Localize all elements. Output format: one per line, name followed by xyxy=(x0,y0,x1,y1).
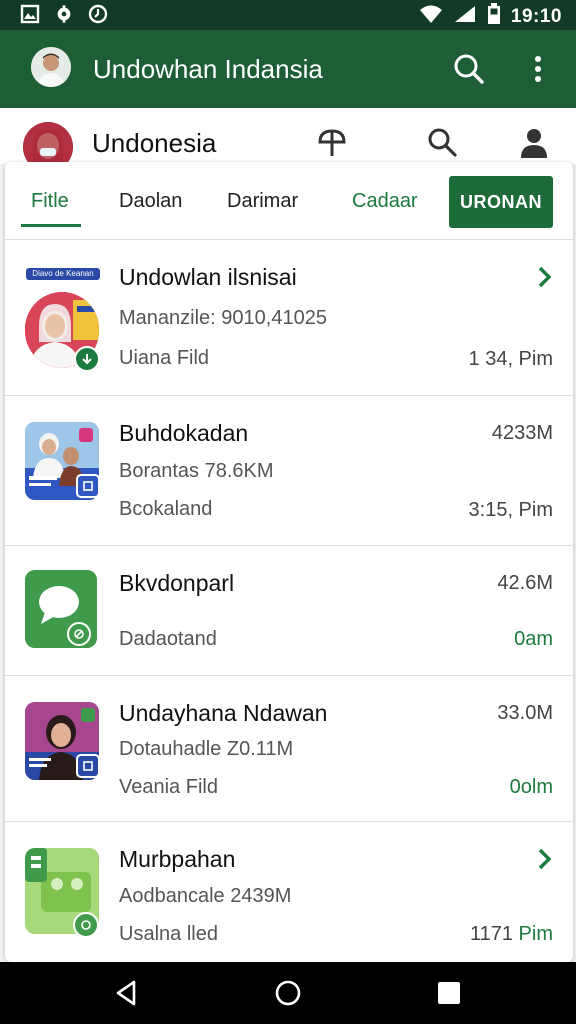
row-caption: Uiana Fild xyxy=(119,347,210,369)
row-subtitle: Borantas 78.6KM xyxy=(119,460,274,482)
row-time: 0olm xyxy=(509,776,553,798)
row-title: Undowlan ilsnisai xyxy=(119,264,297,290)
row-time: 3:15, Pim xyxy=(468,499,553,521)
row-time: 1171 Pim xyxy=(470,923,553,946)
tab-bar: Fitle Daolan Darimar Cadaar URONAN xyxy=(5,162,573,240)
list-item[interactable]: Diavo de Keanan Undowlan ilsnisai Mananz… xyxy=(5,240,573,396)
battery-icon xyxy=(487,3,501,31)
row-subtitle: Mananzile: 9010,41025 xyxy=(119,307,327,329)
recents-icon[interactable] xyxy=(434,978,464,1008)
list-item[interactable]: Buhdokadan Borantas 78.6KM Bcokaland 423… xyxy=(5,396,573,546)
signal-icon xyxy=(453,4,477,30)
more-vert-icon[interactable] xyxy=(526,52,550,86)
row-caption: Veania Fild xyxy=(119,776,218,798)
row-title: Undayhana Ndawan xyxy=(119,700,328,726)
app-bar: Undowhan Indansia xyxy=(0,30,576,108)
chevron-right-icon[interactable] xyxy=(535,848,555,870)
tab-fitle[interactable]: Fitle xyxy=(31,190,69,213)
content-card: Fitle Daolan Darimar Cadaar URONAN Diavo… xyxy=(5,162,573,962)
share-icon xyxy=(76,474,100,498)
share-icon xyxy=(76,754,100,778)
row-time: 0am xyxy=(514,628,553,650)
row-subtitle: Aodbancale 2439M xyxy=(119,885,292,907)
chevron-right-icon[interactable] xyxy=(535,266,555,288)
sync-icon xyxy=(67,622,91,646)
row-title: Murbpahan xyxy=(119,846,236,872)
search-icon[interactable] xyxy=(426,126,458,158)
alarm-icon xyxy=(88,4,108,24)
wifi-icon xyxy=(419,4,443,30)
thumb-tag: Diavo de Keanan xyxy=(26,268,100,280)
row-size: 33.0M xyxy=(497,702,553,724)
list-item[interactable]: Bkvdonparl Dadaotand 42.6M 0am xyxy=(5,546,573,676)
tab-cadaar[interactable]: Cadaar xyxy=(352,190,418,213)
row-time: 1 34, Pim xyxy=(468,348,553,370)
tab-daolan[interactable]: Daolan xyxy=(119,190,182,213)
sub-header: Undonesia xyxy=(0,108,576,172)
row-caption: Usalna lled xyxy=(119,923,218,945)
row-size: 42.6M xyxy=(497,572,553,594)
row-title: Buhdokadan xyxy=(119,420,249,446)
row-time-suffix: Pim xyxy=(518,923,553,945)
row-size: 4233M xyxy=(491,422,553,444)
uronan-button[interactable]: URONAN xyxy=(449,176,553,228)
avatar[interactable] xyxy=(31,47,71,87)
sub-header-title: Undonesia xyxy=(92,128,217,158)
row-subtitle: Dotauhadle Z0.11M xyxy=(119,738,294,760)
status-bar: 19:10 xyxy=(0,0,576,30)
tab-indicator xyxy=(21,224,81,227)
navigation-bar xyxy=(0,962,576,1024)
gallery-icon xyxy=(20,4,40,24)
app-title: Undowhan Indansia xyxy=(93,54,323,84)
download-icon xyxy=(74,346,100,372)
sync-icon xyxy=(73,912,99,938)
list-item[interactable]: Murbpahan Aodbancale 2439M Usalna lled 1… xyxy=(5,822,573,962)
row-caption: Dadaotand xyxy=(119,628,217,650)
settings-icon xyxy=(54,4,74,24)
home-icon[interactable] xyxy=(273,978,303,1008)
row-title: Bkvdonparl xyxy=(119,570,235,596)
status-time: 19:10 xyxy=(510,6,562,27)
tab-darimar[interactable]: Darimar xyxy=(227,190,298,213)
back-icon[interactable] xyxy=(112,978,142,1008)
person-icon[interactable] xyxy=(518,126,550,158)
search-icon[interactable] xyxy=(452,52,486,86)
row-time-number: 1171 xyxy=(469,923,513,945)
row-caption: Bcokaland xyxy=(119,498,213,520)
list-item[interactable]: Undayhana Ndawan Dotauhadle Z0.11M Veani… xyxy=(5,676,573,822)
tree-icon[interactable] xyxy=(316,126,348,158)
